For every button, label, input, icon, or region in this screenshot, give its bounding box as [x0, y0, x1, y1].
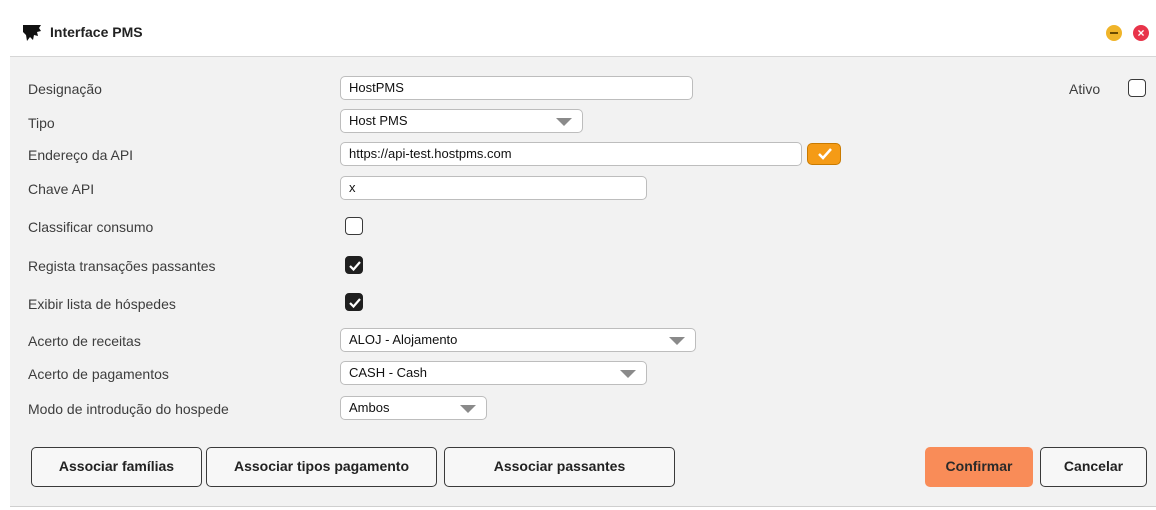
interface-pms-window: Interface PMS × Designação HostPMS Ativo…: [10, 10, 1156, 507]
ativo-checkbox[interactable]: [1128, 79, 1146, 97]
minimize-icon[interactable]: [1106, 25, 1122, 41]
modo-introducao-select[interactable]: Ambos: [340, 396, 487, 420]
title-bar: Interface PMS ×: [10, 10, 1156, 57]
acerto-receitas-value: ALOJ - Alojamento: [349, 332, 458, 347]
tipo-label: Tipo: [28, 115, 55, 131]
designacao-input[interactable]: HostPMS: [340, 76, 693, 100]
chevron-down-icon: [556, 118, 572, 126]
acerto-receitas-select[interactable]: ALOJ - Alojamento: [340, 328, 696, 352]
endereco-api-input[interactable]: https://api-test.hostpms.com: [340, 142, 802, 166]
close-icon[interactable]: ×: [1133, 25, 1149, 41]
classificar-consumo-label: Classificar consumo: [28, 219, 154, 235]
chave-api-label: Chave API: [28, 181, 95, 197]
chevron-down-icon: [669, 337, 685, 345]
test-connection-button[interactable]: [807, 143, 841, 165]
acerto-pagamentos-select[interactable]: CASH - Cash: [340, 361, 647, 385]
classificar-consumo-checkbox[interactable]: [345, 217, 363, 235]
associar-tipos-pagamento-button[interactable]: Associar tipos pagamento: [206, 447, 437, 487]
associar-passantes-button[interactable]: Associar passantes: [444, 447, 675, 487]
tipo-select-value: Host PMS: [349, 113, 408, 128]
modo-introducao-value: Ambos: [349, 400, 390, 415]
window-title: Interface PMS: [50, 24, 143, 40]
acerto-pagamentos-label: Acerto de pagamentos: [28, 366, 169, 382]
app-logo-icon: [22, 23, 42, 43]
acerto-receitas-label: Acerto de receitas: [28, 333, 141, 349]
acerto-pagamentos-value: CASH - Cash: [349, 365, 428, 380]
checkmark-icon: [349, 261, 361, 272]
chevron-down-icon: [620, 370, 636, 378]
exibir-hospedes-checkbox[interactable]: [345, 293, 363, 311]
chevron-down-icon: [460, 405, 476, 413]
chave-api-input[interactable]: x: [340, 176, 647, 200]
checkmark-icon: [349, 298, 361, 309]
regista-transacoes-checkbox[interactable]: [345, 256, 363, 274]
exibir-hospedes-label: Exibir lista de hóspedes: [28, 296, 176, 312]
designacao-label: Designação: [28, 81, 102, 97]
associar-familias-button[interactable]: Associar famílias: [31, 447, 202, 487]
regista-transacoes-label: Regista transações passantes: [28, 258, 216, 274]
confirmar-button[interactable]: Confirmar: [925, 447, 1033, 487]
ativo-label: Ativo: [1069, 81, 1101, 97]
check-icon: [818, 148, 832, 160]
modo-introducao-label: Modo de introdução do hospede: [28, 401, 229, 417]
endereco-api-label: Endereço da API: [28, 147, 134, 163]
tipo-select[interactable]: Host PMS: [340, 109, 583, 133]
cancelar-button[interactable]: Cancelar: [1040, 447, 1147, 487]
